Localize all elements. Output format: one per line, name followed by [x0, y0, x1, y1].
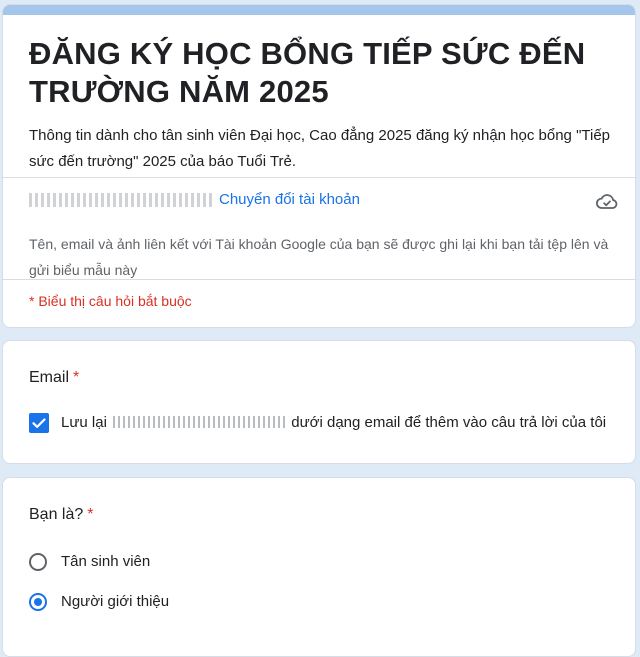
check-icon	[32, 418, 46, 428]
radio-option-referrer[interactable]	[29, 593, 47, 611]
masked-user-email	[113, 416, 286, 428]
required-note: * Biểu thị câu hỏi bắt buộc	[29, 293, 192, 309]
radio-option-freshman[interactable]	[29, 553, 47, 571]
account-note: Tên, email và ảnh liên kết với Tài khoản…	[29, 236, 609, 278]
role-question-card: Bạn là? * Tân sinh viên Người giới thiệu	[2, 477, 636, 657]
record-email-prefix: Lưu lại	[61, 414, 107, 431]
account-row: Chuyển đổi tài khoản	[29, 189, 619, 213]
form-accent-bar	[3, 5, 635, 15]
email-question-card: Email * Lưu lại dưới dạng email để thêm v…	[2, 340, 636, 464]
question-title-text: Bạn là?	[29, 506, 84, 523]
form-description: Thông tin dành cho tân sinh viên Đại học…	[29, 127, 611, 170]
record-email-checkbox[interactable]	[29, 413, 49, 433]
switch-account-link[interactable]: Chuyển đổi tài khoản	[219, 191, 360, 208]
role-question-title: Bạn là? *	[29, 506, 94, 524]
radio-label-referrer[interactable]: Người giới thiệu	[61, 593, 169, 610]
record-email-label[interactable]: Lưu lại dưới dạng email để thêm vào câu …	[61, 414, 606, 431]
divider	[3, 177, 635, 178]
record-email-suffix: dưới dạng email để thêm vào câu trả lời …	[291, 414, 607, 431]
masked-account-email	[29, 193, 213, 207]
question-title-text: Email	[29, 369, 70, 386]
email-question-title: Email *	[29, 369, 79, 387]
form-title: ĐĂNG KÝ HỌC BỔNG TIẾP SỨC ĐẾN TRƯỜNG NĂM…	[29, 36, 586, 109]
divider	[3, 279, 635, 280]
required-star: *	[73, 369, 80, 386]
required-star: *	[87, 506, 94, 523]
cloud-done-icon	[595, 189, 619, 213]
form-header-card: ĐĂNG KÝ HỌC BỔNG TIẾP SỨC ĐẾN TRƯỜNG NĂM…	[2, 4, 636, 328]
radio-label-freshman[interactable]: Tân sinh viên	[61, 553, 150, 570]
